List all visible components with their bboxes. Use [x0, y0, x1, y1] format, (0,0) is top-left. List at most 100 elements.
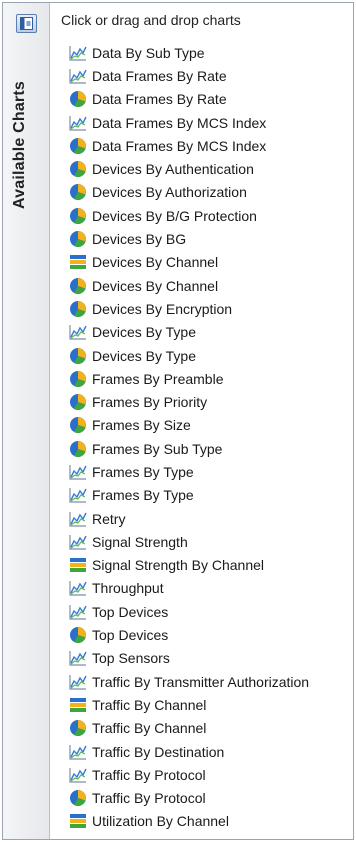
pie-chart-icon	[68, 300, 88, 318]
chart-list-item-label: Data Frames By Rate	[92, 67, 227, 84]
chart-list-item[interactable]: Frames By Type	[68, 460, 309, 483]
line-chart-icon	[68, 673, 88, 691]
chart-list-item-label: Data Frames By MCS Index	[92, 137, 267, 154]
bar-chart-icon	[68, 253, 88, 271]
chart-list-item-label: Frames By Size	[92, 417, 191, 434]
chart-list-area: Click or drag and drop charts Data By Su…	[53, 3, 353, 839]
chart-list-item-label: Frames By Priority	[92, 394, 208, 411]
line-chart-icon	[68, 533, 88, 551]
chart-list-item[interactable]: Top Devices	[68, 623, 309, 646]
chart-list-item-label: Devices By BG	[92, 231, 187, 248]
line-chart-icon	[68, 323, 88, 341]
chart-list-item[interactable]: Devices By Authorization	[68, 181, 309, 204]
chart-list-item[interactable]: Utilization By Channel	[68, 810, 309, 833]
chart-list-item-label: Throughput	[92, 580, 164, 597]
chart-list-item[interactable]: Traffic By Transmitter Authorization	[68, 670, 309, 693]
bar-chart-icon	[68, 696, 88, 714]
chart-list-item[interactable]: Traffic By Channel	[68, 717, 309, 740]
chart-list-item-label: Traffic By Protocol	[92, 790, 206, 807]
chart-list: Data By Sub Type Data Frames By Rate Data …	[68, 41, 309, 833]
pie-chart-icon	[68, 626, 88, 644]
line-chart-icon	[68, 649, 88, 667]
chart-list-item[interactable]: Data Frames By Rate	[68, 88, 309, 111]
chart-list-item[interactable]: Frames By Priority	[68, 390, 309, 413]
line-chart-icon	[68, 603, 88, 621]
panel-title[interactable]: Available Charts	[11, 81, 29, 209]
pie-chart-icon	[68, 230, 88, 248]
chart-list-item-label: Frames By Type	[92, 487, 194, 504]
chart-list-item[interactable]: Devices By Channel	[68, 274, 309, 297]
pin-icon	[20, 17, 33, 30]
chart-list-item-label: Devices By B/G Protection	[92, 207, 257, 224]
chart-list-item-label: Frames By Preamble	[92, 370, 224, 387]
chart-list-item-label: Retry	[92, 510, 126, 527]
pie-chart-icon	[68, 393, 88, 411]
chart-list-item[interactable]: Devices By Type	[68, 321, 309, 344]
chart-list-item[interactable]: Devices By Channel	[68, 251, 309, 274]
chart-list-item-label: Frames By Type	[92, 463, 194, 480]
chart-list-item-label: Devices By Authentication	[92, 161, 254, 178]
chart-list-item[interactable]: Devices By Authentication	[68, 157, 309, 180]
chart-list-item-label: Devices By Type	[92, 347, 197, 364]
pie-chart-icon	[68, 160, 88, 178]
available-charts-panel: Available Charts Click or drag and drop …	[2, 2, 354, 840]
chart-list-item[interactable]: Data Frames By Rate	[68, 64, 309, 87]
panel-sidebar: Available Charts	[3, 3, 50, 839]
chart-list-item-label: Frames By Sub Type	[92, 440, 223, 457]
chart-list-item[interactable]: Throughput	[68, 577, 309, 600]
line-chart-icon	[68, 114, 88, 132]
chart-list-item-label: Devices By Encryption	[92, 300, 233, 317]
chart-list-item[interactable]: Top Devices	[68, 600, 309, 623]
chart-list-item-label: Traffic By Channel	[92, 720, 207, 737]
chart-list-item-label: Data By Sub Type	[92, 44, 205, 61]
pie-chart-icon	[68, 440, 88, 458]
pie-chart-icon	[68, 137, 88, 155]
pie-chart-icon	[68, 789, 88, 807]
line-chart-icon	[68, 743, 88, 761]
line-chart-icon	[68, 463, 88, 481]
chart-list-item[interactable]: Devices By Type	[68, 344, 309, 367]
chart-list-item[interactable]: Top Sensors	[68, 647, 309, 670]
chart-list-item[interactable]: Traffic By Destination	[68, 740, 309, 763]
line-chart-icon	[68, 510, 88, 528]
chart-list-item[interactable]: Traffic By Protocol	[68, 787, 309, 810]
chart-list-item[interactable]: Traffic By Protocol	[68, 763, 309, 786]
chart-list-item[interactable]: Data By Sub Type	[68, 41, 309, 64]
chart-list-item[interactable]: Data Frames By MCS Index	[68, 111, 309, 134]
chart-list-item[interactable]: Traffic By Channel	[68, 693, 309, 716]
bar-chart-icon	[68, 556, 88, 574]
pie-chart-icon	[68, 416, 88, 434]
chart-list-item[interactable]: Frames By Preamble	[68, 367, 309, 390]
chart-list-item[interactable]: Devices By B/G Protection	[68, 204, 309, 227]
pie-chart-icon	[68, 207, 88, 225]
chart-list-item-label: Devices By Channel	[92, 254, 219, 271]
chart-list-item[interactable]: Devices By Encryption	[68, 297, 309, 320]
pie-chart-icon	[68, 370, 88, 388]
chart-list-item[interactable]: Frames By Sub Type	[68, 437, 309, 460]
chart-list-item[interactable]: Frames By Type	[68, 484, 309, 507]
pin-panel-button[interactable]	[16, 14, 37, 33]
chart-list-item[interactable]: Devices By BG	[68, 227, 309, 250]
chart-list-item-label: Devices By Type	[92, 324, 197, 341]
chart-list-item-label: Traffic By Protocol	[92, 766, 206, 783]
line-chart-icon	[68, 766, 88, 784]
line-chart-icon	[68, 579, 88, 597]
chart-list-item[interactable]: Retry	[68, 507, 309, 530]
chart-list-item[interactable]: Signal Strength By Channel	[68, 554, 309, 577]
chart-list-item-label: Utilization By Channel	[92, 813, 229, 830]
chart-list-item[interactable]: Frames By Size	[68, 414, 309, 437]
chart-list-item-label: Traffic By Channel	[92, 696, 207, 713]
chart-list-item-label: Top Devices	[92, 603, 169, 620]
line-chart-icon	[68, 67, 88, 85]
pie-chart-icon	[68, 719, 88, 737]
chart-list-item[interactable]: Signal Strength	[68, 530, 309, 553]
line-chart-icon	[68, 44, 88, 62]
pie-chart-icon	[68, 277, 88, 295]
chart-list-item-label: Traffic By Transmitter Authorization	[92, 673, 310, 690]
line-chart-icon	[68, 486, 88, 504]
chart-list-item[interactable]: Data Frames By MCS Index	[68, 134, 309, 157]
chart-list-item-label: Data Frames By Rate	[92, 91, 227, 108]
chart-list-item-label: Top Sensors	[92, 650, 170, 667]
pie-chart-icon	[68, 90, 88, 108]
chart-list-item-label: Traffic By Destination	[92, 743, 225, 760]
